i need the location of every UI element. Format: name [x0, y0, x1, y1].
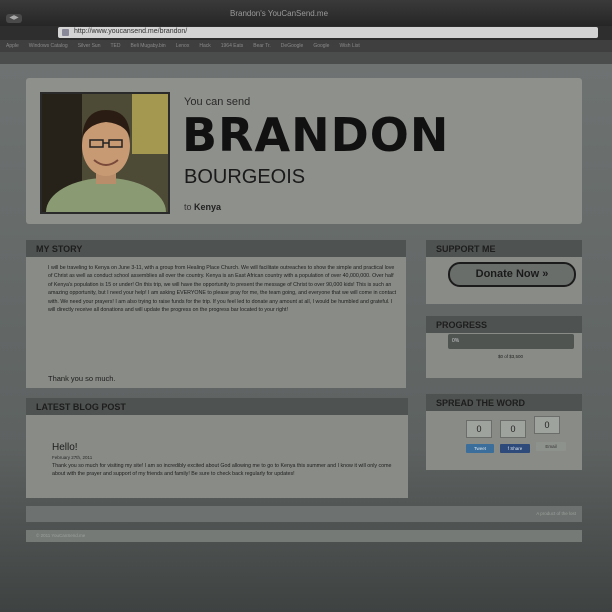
tab-strip [0, 52, 612, 64]
support-panel: SUPPORT ME Donate Now » [426, 240, 582, 304]
you-can-send-label: You can send [184, 96, 251, 108]
bookmark-item[interactable]: Google [313, 43, 329, 49]
my-story-panel: MY STORY I will be traveling to Kenya on… [26, 240, 406, 388]
email-share-button[interactable]: Email [536, 442, 566, 451]
window-title: Brandon's YouCanSend.me [230, 9, 329, 18]
bookmark-item[interactable]: TED [111, 43, 121, 49]
address-text: http://www.youcansend.me/brandon/ [74, 28, 188, 35]
share-heading: SPREAD THE WORD [426, 394, 582, 411]
bookmark-item[interactable]: DeGoogle [281, 43, 304, 49]
my-story-text: I will be traveling to Kenya on June 3-1… [48, 265, 397, 314]
tweet-count: 0 [466, 420, 492, 438]
share-panel: SPREAD THE WORD 0 0 0 Tweet f Share Emai… [426, 394, 582, 470]
footer-credit[interactable]: A product of the lost [536, 511, 576, 516]
support-heading: SUPPORT ME [426, 240, 582, 257]
bookmark-item[interactable]: Beli Mugaby.bin [131, 43, 166, 49]
bookmark-item[interactable]: Lenox [176, 43, 190, 49]
blog-panel: LATEST BLOG POST Hello! February 27th, 2… [26, 398, 408, 498]
last-name-heading: BOURGEOIS [184, 166, 306, 188]
person-photo-icon [42, 94, 168, 212]
facebook-label: Share [510, 446, 523, 451]
profile-header: You can send BRANDON BOURGEOIS to Kenya [26, 78, 582, 224]
window-titlebar: ◀▶ Brandon's YouCanSend.me [0, 0, 612, 26]
to-prefix: to [184, 202, 192, 212]
bookmarks-bar: Apple Windows Catalog Silver Sun TED Bel… [0, 40, 612, 52]
back-forward-icon[interactable]: ◀▶ [6, 14, 22, 23]
blog-heading: LATEST BLOG POST [26, 398, 408, 415]
footer-bar: A product of the lost [26, 506, 582, 522]
blog-post-text: Thank you so much for visiting my site! … [52, 463, 392, 478]
copyright-text: © 2011 YouCanSend.me [36, 533, 86, 538]
blog-post-date: February 27th, 2011 [52, 455, 93, 460]
bookmark-item[interactable]: Hack [199, 43, 210, 49]
profile-photo [40, 92, 170, 214]
bookmark-item[interactable]: Windows Catalog [29, 43, 68, 49]
destination-line: to Kenya [184, 202, 221, 212]
web-page: You can send BRANDON BOURGEOIS to Kenya … [0, 64, 612, 612]
bookmark-item[interactable]: Silver Sun [78, 43, 101, 49]
facebook-count: 0 [500, 420, 526, 438]
first-name-heading: BRANDON [182, 108, 450, 162]
browser-toolbar: http://www.youcansend.me/brandon/ [0, 26, 612, 40]
bookmark-item[interactable]: 1964 Eats [221, 43, 244, 49]
my-story-heading: MY STORY [26, 240, 406, 257]
destination-name: Kenya [194, 202, 222, 212]
bookmark-item[interactable]: Apple [6, 43, 19, 49]
email-label: Email [545, 444, 557, 449]
progress-heading: PROGRESS [426, 316, 582, 333]
tweet-label: Tweet [473, 446, 486, 451]
site-icon [62, 29, 69, 36]
facebook-share-button[interactable]: f Share [500, 444, 530, 453]
progress-panel: PROGRESS 0% $0 of $3,500 [426, 316, 582, 378]
progress-percent: 0% [452, 338, 460, 344]
bookmark-item[interactable]: Wish List [339, 43, 359, 49]
email-count: 0 [534, 416, 560, 434]
address-bar[interactable]: http://www.youcansend.me/brandon/ [58, 27, 598, 38]
blog-post-title[interactable]: Hello! [52, 442, 78, 453]
copyright-bar: © 2011 YouCanSend.me [26, 530, 582, 542]
progress-caption: $0 of $3,500 [498, 354, 524, 359]
bookmark-item[interactable]: Bear Tr. [253, 43, 271, 49]
thanks-text: Thank you so much. [48, 374, 116, 383]
progress-bar: 0% [448, 334, 574, 349]
tweet-button[interactable]: Tweet [466, 444, 494, 453]
donate-now-button[interactable]: Donate Now » [448, 262, 576, 287]
